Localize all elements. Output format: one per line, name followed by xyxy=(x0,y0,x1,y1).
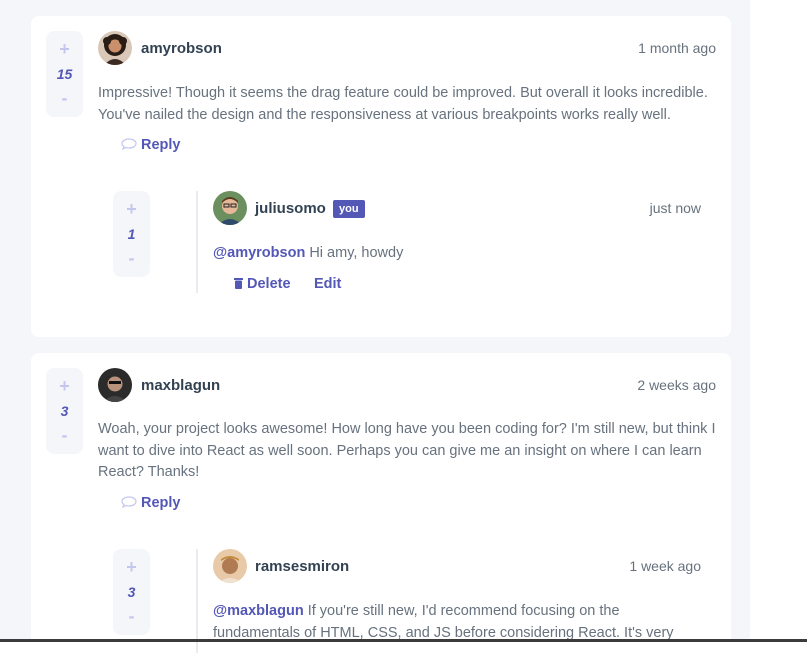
avatar-amyrobson-icon xyxy=(98,31,132,65)
comment-text: Woah, your project looks awesome! How lo… xyxy=(98,421,716,480)
score-count: 3 xyxy=(127,584,136,600)
score-count: 3 xyxy=(60,403,69,419)
thread-line xyxy=(196,191,198,293)
reply-username[interactable]: ramsesmiron xyxy=(255,558,349,576)
downvote-button[interactable]: - xyxy=(46,425,83,445)
comment-username[interactable]: amyrobson xyxy=(141,40,222,58)
downvote-button[interactable]: - xyxy=(46,88,83,108)
reply-button[interactable]: Reply xyxy=(121,494,181,512)
vote-control: + 3 - xyxy=(46,368,83,454)
trash-icon xyxy=(234,276,243,289)
avatar-ramsesmiron-icon xyxy=(213,549,247,583)
comment-username[interactable]: maxblagun xyxy=(141,377,220,395)
delete-label: Delete xyxy=(247,276,291,292)
score-count: 1 xyxy=(127,226,136,242)
reply-text: @maxblagun If you're still new, I'd reco… xyxy=(213,601,703,644)
comment-text: Impressive! Though it seems the drag fea… xyxy=(98,85,708,123)
edit-button[interactable]: Edit xyxy=(314,275,341,293)
comment-card: + 15 - amyrobson 1 month ago Impressive!… xyxy=(31,16,731,337)
avatar-maxblagun-icon xyxy=(98,368,132,402)
vote-control: + 3 - xyxy=(113,549,150,635)
vote-control: + 15 - xyxy=(46,31,83,117)
avatar-juliusomo-icon xyxy=(213,191,247,225)
reply-text: @amyrobson Hi amy, howdy xyxy=(213,243,713,265)
comment-timestamp: 2 weeks ago xyxy=(637,377,716,393)
reply-mention[interactable]: @amyrobson xyxy=(213,245,305,261)
upvote-button[interactable]: + xyxy=(113,557,150,577)
comment-timestamp: 1 month ago xyxy=(638,40,716,56)
comment-card: + 3 - maxblagun 2 weeks ago Woah, your p… xyxy=(31,353,731,653)
reply-timestamp: 1 week ago xyxy=(629,558,701,574)
reply-username[interactable]: juliusomo xyxy=(255,200,326,218)
reply-label: Reply xyxy=(141,137,181,153)
edit-label: Edit xyxy=(314,276,342,292)
score-count: 15 xyxy=(56,66,73,82)
reply-button[interactable]: Reply xyxy=(121,136,181,154)
downvote-button[interactable]: - xyxy=(113,606,150,626)
thread-line xyxy=(196,549,198,653)
you-badge: you xyxy=(333,200,365,218)
reply-body: Hi amy, howdy xyxy=(305,245,404,261)
delete-button[interactable]: Delete xyxy=(234,275,291,293)
reply-mention[interactable]: @maxblagun xyxy=(213,603,304,619)
reply-timestamp: just now xyxy=(649,200,701,216)
reply-icon xyxy=(121,495,137,509)
reply-label: Reply xyxy=(141,495,181,511)
downvote-button[interactable]: - xyxy=(113,248,150,268)
upvote-button[interactable]: + xyxy=(46,376,83,396)
upvote-button[interactable]: + xyxy=(113,199,150,219)
vote-control: + 1 - xyxy=(113,191,150,277)
reply-icon xyxy=(121,137,137,151)
upvote-button[interactable]: + xyxy=(46,39,83,59)
